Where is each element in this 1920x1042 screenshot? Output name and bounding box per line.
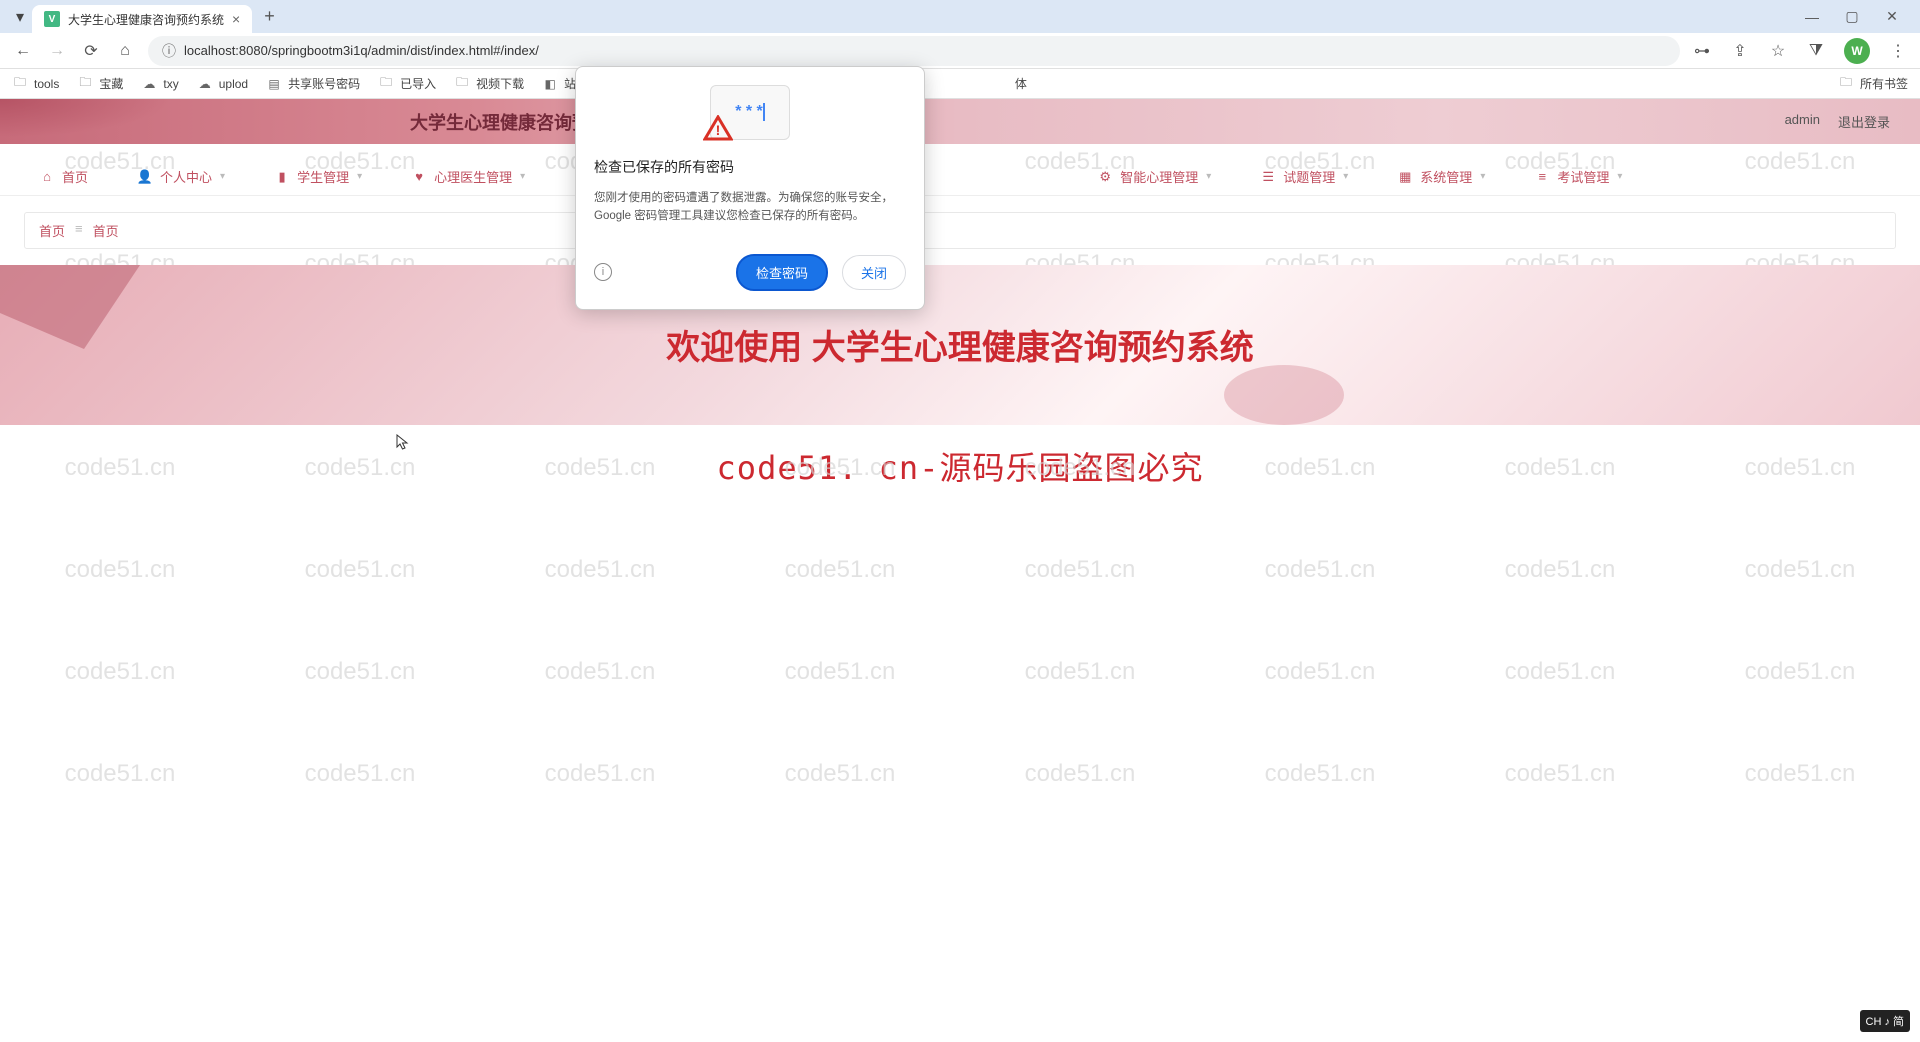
text-cursor-icon	[763, 103, 765, 121]
list-icon: ☰	[1261, 170, 1275, 184]
vue-favicon: V	[44, 11, 60, 27]
bookmark-star-icon[interactable]: ☆	[1768, 41, 1788, 61]
bookmark-ti[interactable]: 体	[1015, 75, 1027, 92]
gear-icon: ⚙	[1098, 170, 1112, 184]
tab-search-dropdown[interactable]: ▾	[8, 5, 32, 29]
nav-question-manage[interactable]: ☰试题管理▾	[1261, 167, 1348, 186]
welcome-banner: 欢迎使用 大学生心理健康咨询预约系统	[0, 265, 1920, 425]
tab-title: 大学生心理健康咨询预约系统	[68, 11, 224, 28]
bookmark-treasure[interactable]: 🗀宝藏	[77, 75, 123, 92]
info-icon[interactable]: i	[594, 263, 612, 281]
nav-doctor-manage[interactable]: ♥心理医生管理▾	[412, 167, 525, 186]
nav-forward-icon[interactable]: →	[46, 40, 68, 62]
main-nav: ⌂首页 👤个人中心▾ ▮学生管理▾ ♥心理医生管理▾ ▥在线预约管理▾ ⚙智能心…	[0, 158, 1920, 196]
nav-back-icon[interactable]: ←	[12, 40, 34, 62]
chevron-down-icon: ▾	[520, 171, 525, 182]
welcome-text: 欢迎使用 大学生心理健康咨询预约系统	[666, 320, 1253, 369]
close-dialog-button[interactable]: 关闭	[842, 255, 906, 290]
svg-text:!: !	[716, 122, 721, 138]
chevron-down-icon: ▾	[1480, 171, 1485, 182]
chevron-down-icon: ▾	[220, 171, 225, 182]
bar-icon: ▮	[275, 170, 289, 184]
bookmark-shared-accounts[interactable]: ▤共享账号密码	[266, 75, 360, 92]
cloud-icon: ☁	[141, 76, 157, 92]
exam-icon: ≡	[1535, 170, 1549, 184]
user-icon: 👤	[138, 170, 152, 184]
cloud-icon: ☁	[197, 76, 213, 92]
folder-icon: 🗀	[77, 76, 93, 92]
window-maximize-icon[interactable]: ▢	[1844, 9, 1860, 25]
extensions-icon[interactable]: ⧩	[1806, 41, 1826, 61]
logout-link[interactable]: 退出登录	[1838, 112, 1890, 131]
breadcrumb-current: 首页	[93, 221, 119, 240]
bookmarks-bar: 🗀tools 🗀宝藏 ☁txy ☁uplod ▤共享账号密码 🗀已导入 🗀视频下…	[0, 69, 1920, 99]
breadcrumb-root[interactable]: 首页	[39, 221, 65, 240]
breadcrumb: 首页 ≡ 首页	[24, 212, 1896, 249]
setting-icon: ▦	[1398, 170, 1412, 184]
bookmark-tools[interactable]: 🗀tools	[12, 76, 59, 92]
browser-tab-active[interactable]: V 大学生心理健康咨询预约系统 ×	[32, 5, 252, 33]
app-header: 大学生心理健康咨询预约 admin 退出登录	[0, 99, 1920, 144]
bookmark-uplod[interactable]: ☁uplod	[197, 76, 248, 92]
browser-tabstrip: ▾ V 大学生心理健康咨询预约系统 × + — ▢ ✕	[0, 0, 1920, 33]
nav-home-icon[interactable]: ⌂	[114, 40, 136, 62]
heart-icon: ♥	[412, 170, 426, 184]
dialog-body-text: 您刚才使用的密码遭遇了数据泄露。为确保您的账号安全，Google 密码管理工具建…	[594, 189, 906, 226]
chevron-down-icon: ▾	[1206, 171, 1211, 182]
nav-reload-icon[interactable]: ⟳	[80, 40, 102, 62]
chevron-down-icon: ▾	[1617, 171, 1622, 182]
tool-icon: ◧	[542, 76, 558, 92]
chrome-menu-icon[interactable]: ⋮	[1888, 41, 1908, 61]
nav-home[interactable]: ⌂首页	[40, 167, 88, 186]
bookmark-imported[interactable]: 🗀已导入	[378, 75, 436, 92]
dialog-title: 检查已保存的所有密码	[594, 157, 906, 177]
folder-icon: 🗀	[454, 76, 470, 92]
nav-exam-manage[interactable]: ≡考试管理▾	[1535, 167, 1622, 186]
warning-triangle-icon: !	[703, 115, 733, 141]
nav-student-manage[interactable]: ▮学生管理▾	[275, 167, 362, 186]
nav-personal-center[interactable]: 👤个人中心▾	[138, 167, 225, 186]
password-check-dialog: ! * * * 检查已保存的所有密码 您刚才使用的密码遭遇了数据泄露。为确保您的…	[575, 66, 925, 310]
profile-avatar[interactable]: W	[1844, 38, 1870, 64]
nav-ai-psychology[interactable]: ⚙智能心理管理▾	[1098, 167, 1211, 186]
tab-close-icon[interactable]: ×	[232, 11, 240, 27]
all-bookmarks[interactable]: 🗀所有书签	[1838, 75, 1908, 92]
password-key-icon[interactable]: ⊶	[1692, 41, 1712, 61]
check-passwords-button[interactable]: 检查密码	[736, 254, 828, 291]
home-icon: ⌂	[40, 170, 54, 184]
bookmark-video-dl[interactable]: 🗀视频下载	[454, 75, 524, 92]
new-tab-button[interactable]: +	[264, 6, 275, 27]
watermark-notice: code51. cn-源码乐园盗图必究	[0, 443, 1920, 489]
bookmark-txy[interactable]: ☁txy	[141, 76, 178, 92]
share-icon[interactable]: ⇪	[1730, 41, 1750, 61]
doc-icon: ▤	[266, 76, 282, 92]
ime-indicator[interactable]: CH ♪ 简	[1860, 1010, 1911, 1032]
site-info-icon[interactable]: ⓘ	[162, 41, 176, 61]
current-user: admin	[1785, 112, 1820, 131]
nav-system-manage[interactable]: ▦系统管理▾	[1398, 167, 1485, 186]
folder-icon: 🗀	[378, 76, 394, 92]
url-input[interactable]: ⓘ localhost:8080/springbootm3i1q/admin/d…	[148, 36, 1680, 66]
dialog-illustration: ! * * *	[576, 67, 924, 157]
masked-password: * * *	[735, 103, 763, 121]
chevron-down-icon: ▾	[357, 171, 362, 182]
window-close-icon[interactable]: ✕	[1884, 9, 1900, 25]
folder-icon: 🗀	[1838, 76, 1854, 92]
folder-icon: 🗀	[12, 76, 28, 92]
address-bar: ← → ⟳ ⌂ ⓘ localhost:8080/springbootm3i1q…	[0, 33, 1920, 69]
window-minimize-icon[interactable]: —	[1804, 9, 1820, 25]
url-text: localhost:8080/springbootm3i1q/admin/dis…	[184, 43, 539, 58]
chevron-down-icon: ▾	[1343, 171, 1348, 182]
breadcrumb-sep-icon: ≡	[75, 221, 83, 240]
